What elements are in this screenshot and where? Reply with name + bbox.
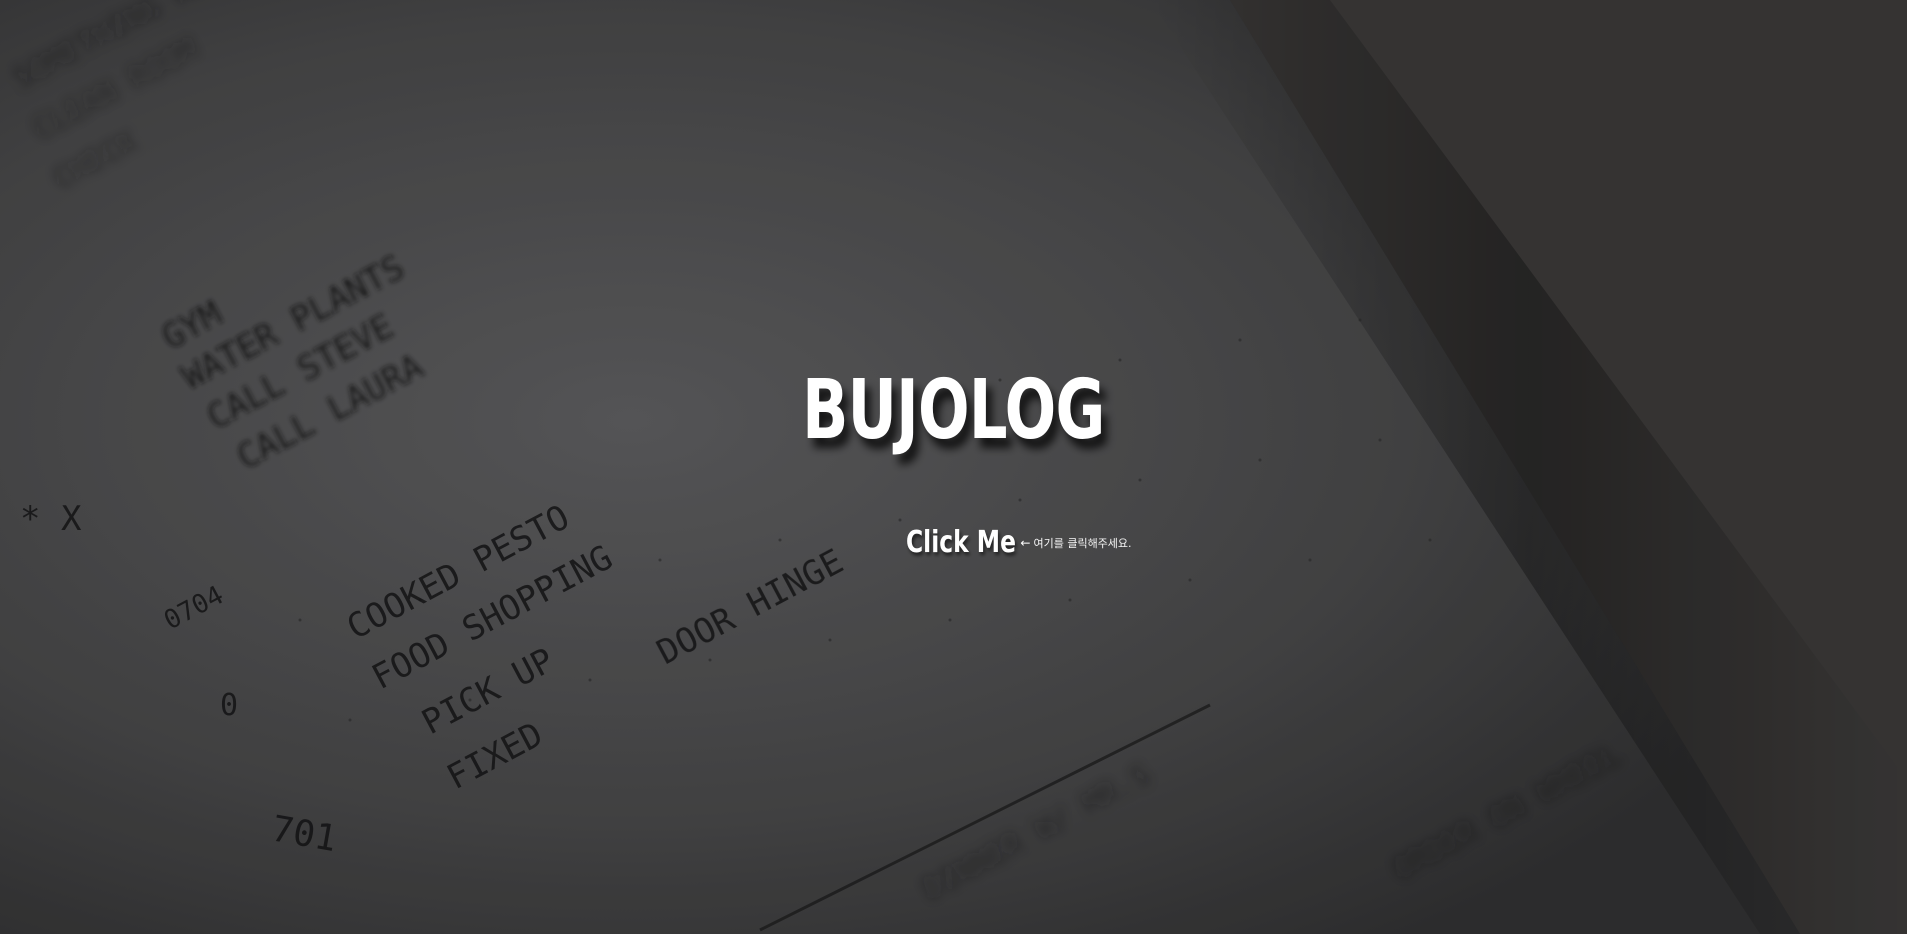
site-title: BUJOLOG	[802, 363, 1105, 458]
hero-section: GYM WATER PLANTS CALL STEVE CALL LAURA C…	[0, 0, 1907, 934]
cta-hint-text: 여기를 클릭해주세요.	[1033, 537, 1132, 550]
click-me-button[interactable]: Click Me	[906, 528, 1016, 558]
cta-row: Click Me ← 여기를 클릭해주세요.	[0, 528, 1907, 558]
cta-group: Click Me ← 여기를 클릭해주세요.	[875, 528, 1131, 558]
left-arrow-icon: ←	[1020, 536, 1031, 550]
dark-overlay	[0, 0, 1907, 934]
title-wrapper: BUJOLOG	[0, 370, 1907, 452]
